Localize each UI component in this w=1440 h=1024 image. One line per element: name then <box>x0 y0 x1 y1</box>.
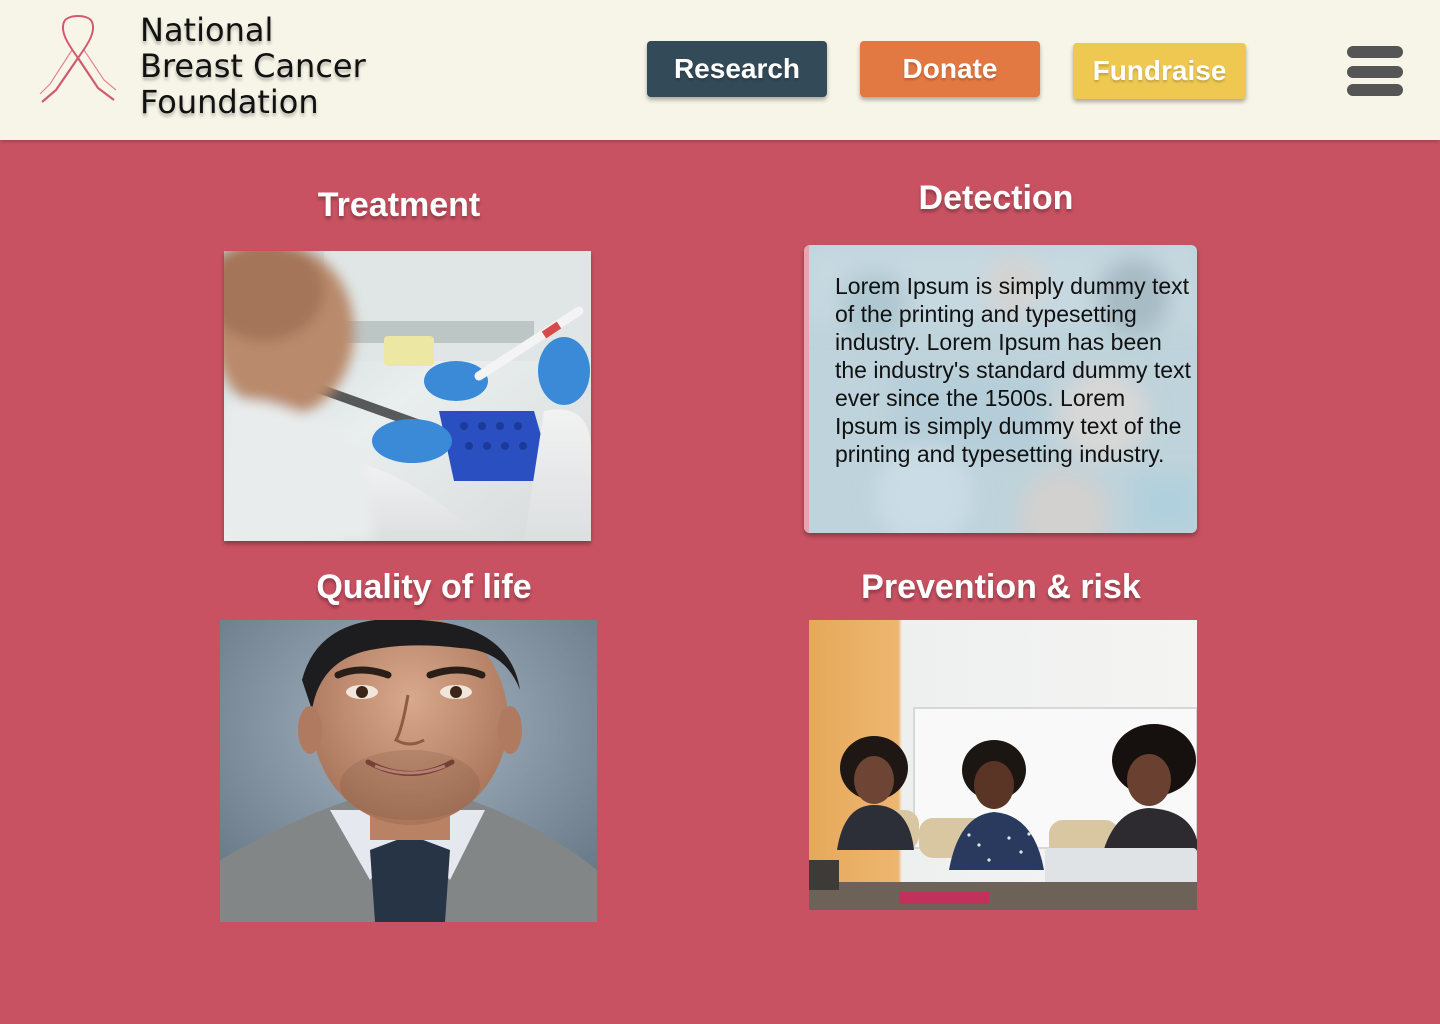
pink-ribbon-icon[interactable] <box>38 10 118 106</box>
fundraise-button[interactable]: Fundraise <box>1073 43 1246 99</box>
detection-description: Lorem Ipsum is simply dummy text of the … <box>835 273 1191 467</box>
treatment-card[interactable] <box>224 251 591 541</box>
research-button[interactable]: Research <box>647 41 827 97</box>
quality-of-life-heading[interactable]: Quality of life <box>224 567 624 607</box>
menu-bar <box>1347 84 1403 96</box>
organization-name[interactable]: National Breast Cancer Foundation <box>140 12 366 120</box>
hamburger-menu-icon[interactable] <box>1347 46 1403 98</box>
lab-researcher-pipette-photo <box>224 251 591 541</box>
detection-heading[interactable]: Detection <box>806 178 1186 218</box>
menu-bar <box>1347 46 1403 58</box>
organization-name-line-1: National <box>140 11 274 49</box>
detection-card-edge <box>804 245 809 533</box>
organization-name-line-3: Foundation <box>140 83 319 121</box>
prevention-risk-heading[interactable]: Prevention & risk <box>806 567 1196 607</box>
prevention-risk-card[interactable] <box>809 620 1197 910</box>
quality-of-life-card[interactable] <box>220 620 597 922</box>
menu-bar <box>1347 66 1403 78</box>
three-women-meeting-photo <box>809 620 1197 910</box>
smiling-man-portrait-photo <box>220 620 597 922</box>
organization-name-line-2: Breast Cancer <box>140 47 366 85</box>
site-header: National Breast Cancer Foundation Resear… <box>0 0 1440 140</box>
detection-card[interactable]: Lorem Ipsum is simply dummy text of the … <box>804 245 1197 533</box>
treatment-heading[interactable]: Treatment <box>224 185 574 225</box>
donate-button[interactable]: Donate <box>860 41 1040 97</box>
